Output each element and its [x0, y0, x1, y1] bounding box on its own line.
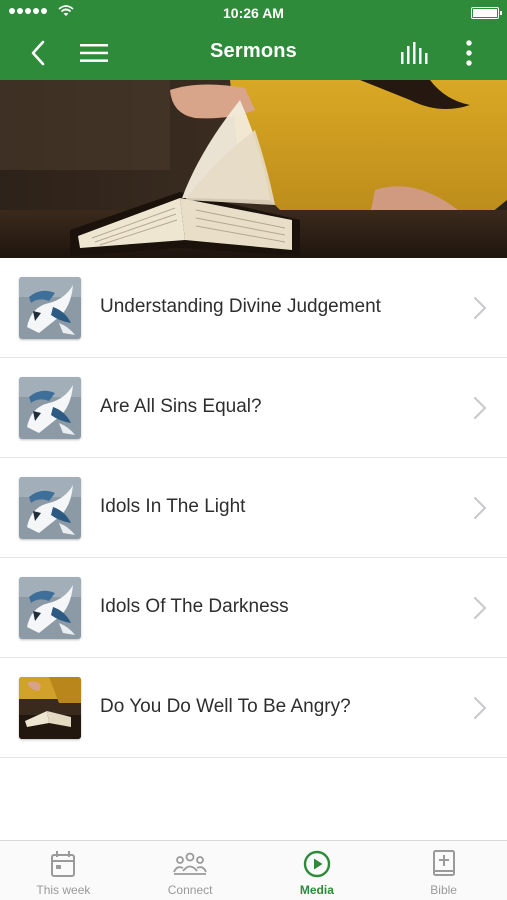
tab-media[interactable]: Media: [254, 841, 381, 900]
tab-connect[interactable]: Connect: [127, 841, 254, 900]
tab-bible[interactable]: Bible: [380, 841, 507, 900]
dove-artwork-thumbnail: [19, 277, 81, 339]
list-item[interactable]: Idols Of The Darkness: [0, 558, 507, 658]
nav-bar: Sermons: [0, 26, 507, 80]
dove-artwork-thumbnail: [19, 577, 81, 639]
tab-label: Media: [299, 883, 334, 897]
list-item[interactable]: Idols In The Light: [0, 458, 507, 558]
list-item[interactable]: Do You Do Well To Be Angry?: [0, 658, 507, 758]
play-circle-icon: [303, 850, 331, 878]
people-icon: [173, 852, 207, 875]
sermon-title: Are All Sins Equal?: [100, 396, 262, 417]
status-bar: 10:26 AM: [0, 0, 507, 26]
dove-artwork-thumbnail: [19, 377, 81, 439]
list-item[interactable]: Are All Sins Equal?: [0, 358, 507, 458]
more-vertical-icon: [466, 40, 472, 66]
more-options-button[interactable]: [452, 26, 486, 80]
hero-image: [0, 80, 507, 258]
tab-label: This week: [36, 883, 91, 897]
tab-this-week[interactable]: This week: [0, 841, 127, 900]
list-item[interactable]: Understanding Divine Judgement: [0, 258, 507, 358]
chevron-right-icon: [474, 397, 486, 419]
chevron-right-icon: [474, 597, 486, 619]
dove-artwork-thumbnail: [19, 477, 81, 539]
status-time: 10:26 AM: [223, 5, 284, 21]
audio-button[interactable]: [395, 26, 435, 80]
sermon-title: Idols In The Light: [100, 496, 246, 517]
tab-label: Connect: [167, 883, 213, 897]
chevron-right-icon: [474, 497, 486, 519]
chevron-right-icon: [474, 297, 486, 319]
audio-bars-icon: [401, 42, 428, 64]
tab-label: Bible: [430, 883, 457, 897]
battery-icon: [471, 7, 502, 19]
chevron-right-icon: [474, 697, 486, 719]
sermon-list: Understanding Divine Judgement Are All S…: [0, 258, 507, 758]
bible-reading-photo-thumbnail: [19, 677, 81, 739]
sermon-title: Do You Do Well To Be Angry?: [100, 696, 351, 717]
sermon-title: Idols Of The Darkness: [100, 596, 289, 617]
open-bible-photo: [0, 80, 507, 258]
calendar-icon: [51, 851, 76, 877]
bible-plus-icon: [432, 850, 455, 876]
tab-bar: This week Connect Media Bible: [0, 840, 507, 900]
sermon-title: Understanding Divine Judgement: [100, 296, 381, 317]
